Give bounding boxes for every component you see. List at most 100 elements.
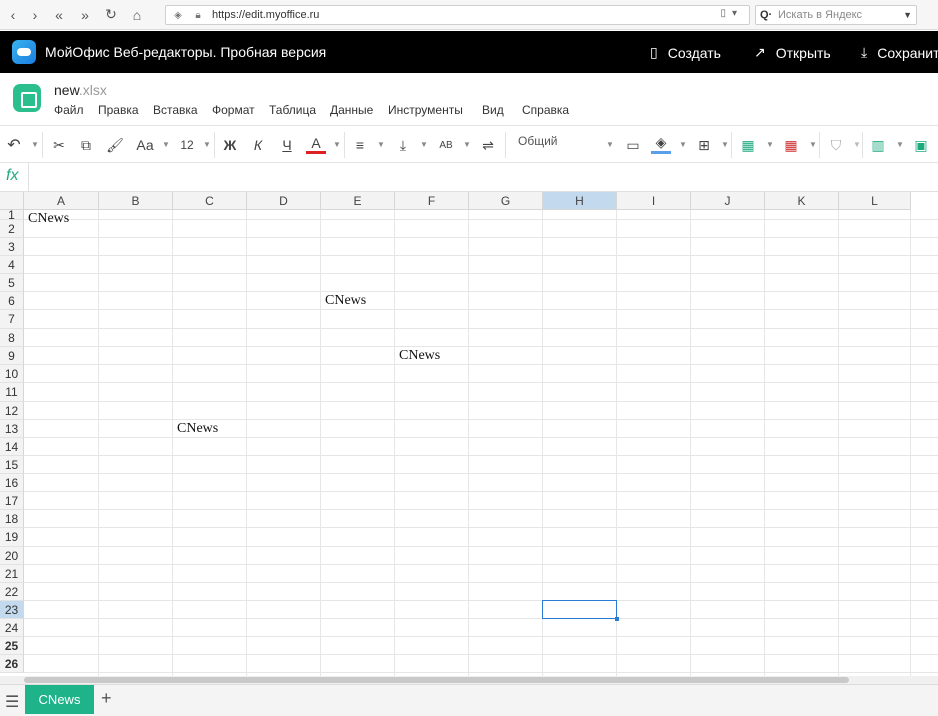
menu-insert[interactable]: Вставка [153, 103, 198, 117]
cell-F9[interactable]: CNews [399, 348, 440, 364]
number-format-select[interactable]: Общий [518, 134, 558, 148]
column-header-C[interactable]: C [173, 192, 247, 210]
row-header-24[interactable]: 24 [0, 619, 24, 637]
menu-tools[interactable]: Инструменты [388, 103, 463, 117]
conditional-format-icon[interactable]: ▭ [622, 134, 644, 156]
row-header-1[interactable]: 1 [0, 209, 24, 221]
insert-row-dropdown-icon[interactable]: ▼ [766, 140, 774, 149]
search-box[interactable]: Q· Искать в Яндекс ▼ [755, 5, 917, 25]
save-button[interactable]: ⤓ Сохранит [861, 44, 938, 61]
chart-icon[interactable]: ▥ [868, 134, 888, 156]
insert-row-icon[interactable]: ▦ [738, 134, 758, 156]
forward-icon[interactable]: › [22, 0, 48, 30]
row-header-15[interactable]: 15 [0, 456, 24, 474]
fill-color-icon[interactable]: ◈ [651, 134, 671, 154]
scrollbar-thumb[interactable] [24, 677, 849, 683]
row-header-8[interactable]: 8 [0, 329, 24, 347]
search-dropdown-icon[interactable]: ▼ [903, 10, 912, 20]
row-header-25[interactable]: 25 [0, 637, 24, 655]
font-color-button[interactable]: А [306, 134, 326, 154]
spreadsheet-grid[interactable]: A B C D E F G H I J K L 1 2 3 4 5 6 7 8 9 10 11 12 13 14 15 16 17 18 1… [0, 192, 938, 676]
row-header-18[interactable]: 18 [0, 510, 24, 528]
row-header-21[interactable]: 21 [0, 565, 24, 583]
delete-row-icon[interactable]: ▦ [781, 134, 801, 156]
row-header-11[interactable]: 11 [0, 383, 24, 402]
row-header-17[interactable]: 17 [0, 492, 24, 510]
create-button[interactable]: ▯ Создать [650, 44, 721, 61]
row-header-5[interactable]: 5 [0, 274, 24, 292]
menu-table[interactable]: Таблица [269, 103, 316, 117]
filter-icon[interactable]: ⛉ [826, 134, 846, 156]
add-sheet-icon[interactable]: + [101, 688, 112, 709]
column-header-F[interactable]: F [395, 192, 469, 210]
row-header-9[interactable]: 9 [0, 347, 24, 365]
horizontal-scrollbar[interactable] [0, 676, 938, 684]
bookmark-icon[interactable]: ▯▾ [720, 8, 743, 19]
font-family-dropdown-icon[interactable]: ▼ [162, 140, 170, 149]
cell-C13[interactable]: CNews [177, 421, 218, 437]
row-header-22[interactable]: 22 [0, 583, 24, 601]
reload-icon[interactable]: ↻ [98, 0, 124, 30]
cut-icon[interactable]: ✂ [49, 134, 69, 156]
column-header-D[interactable]: D [247, 192, 321, 210]
menu-view[interactable]: Вид [482, 103, 504, 117]
column-header-B[interactable]: B [99, 192, 173, 210]
address-bar[interactable]: ◈ 🔒︎ https://edit.myoffice.ru ▯▾ [165, 5, 750, 25]
row-header-20[interactable]: 20 [0, 547, 24, 565]
filter-dropdown-icon[interactable]: ▼ [853, 140, 861, 149]
row-header-16[interactable]: 16 [0, 474, 24, 492]
row-header-10[interactable]: 10 [0, 365, 24, 383]
cell-E6[interactable]: CNews [325, 293, 366, 309]
font-family-icon[interactable]: Аа [134, 134, 156, 156]
row-header-19[interactable]: 19 [0, 528, 24, 547]
menu-format[interactable]: Формат [212, 103, 255, 117]
column-header-G[interactable]: G [469, 192, 543, 210]
align-left-icon[interactable]: ≡ [350, 134, 370, 156]
column-header-A[interactable]: A [24, 192, 99, 210]
row-header-4[interactable]: 4 [0, 256, 24, 274]
bold-button[interactable]: Ж [220, 134, 240, 156]
menu-data[interactable]: Данные [330, 103, 373, 117]
borders-icon[interactable]: ⊞ [694, 134, 714, 156]
cell-A1[interactable]: CNews [28, 211, 69, 227]
formula-input[interactable] [30, 163, 935, 191]
row-header-2[interactable]: 2 [0, 220, 24, 238]
history-back-icon[interactable]: « [46, 0, 72, 30]
column-header-I[interactable]: I [617, 192, 691, 210]
column-header-E[interactable]: E [321, 192, 395, 210]
column-header-K[interactable]: K [765, 192, 839, 210]
copy-icon[interactable]: ⧉ [76, 134, 96, 156]
column-header-H[interactable]: H [543, 192, 617, 210]
image-icon[interactable]: ▣ [911, 134, 931, 156]
borders-dropdown-icon[interactable]: ▼ [721, 140, 729, 149]
font-size-dropdown-icon[interactable]: ▼ [203, 140, 211, 149]
open-button[interactable]: ↗ Открыть [754, 44, 831, 61]
row-header-7[interactable]: 7 [0, 310, 24, 329]
font-color-dropdown-icon[interactable]: ▼ [333, 140, 341, 149]
delete-row-dropdown-icon[interactable]: ▼ [809, 140, 817, 149]
sheet-tab-active[interactable]: CNews [25, 685, 94, 714]
function-icon[interactable]: fx [6, 167, 18, 185]
menu-file[interactable]: Файл [54, 103, 84, 117]
undo-dropdown-icon[interactable]: ▼ [31, 140, 39, 149]
row-header-6[interactable]: 6 [0, 292, 24, 310]
wrap-text-icon[interactable]: ⇌ [478, 134, 498, 156]
row-header-12[interactable]: 12 [0, 402, 24, 420]
column-header-L[interactable]: L [839, 192, 911, 210]
underline-button[interactable]: Ч [277, 134, 297, 156]
column-header-J[interactable]: J [691, 192, 765, 210]
sheets-menu-icon[interactable]: ☰ [5, 692, 19, 712]
italic-button[interactable]: К [248, 134, 268, 156]
vertical-align-bottom-icon[interactable]: ⤓ [393, 134, 413, 156]
home-icon[interactable]: ⌂ [124, 0, 150, 30]
text-direction-dropdown-icon[interactable]: ▼ [463, 140, 471, 149]
fill-handle[interactable] [615, 617, 619, 621]
row-header-14[interactable]: 14 [0, 438, 24, 456]
text-direction-icon[interactable]: АВ [434, 134, 458, 156]
align-dropdown-icon[interactable]: ▼ [377, 140, 385, 149]
row-header-23[interactable]: 23 [0, 601, 24, 619]
document-name[interactable]: new.xlsx [54, 82, 107, 98]
undo-icon[interactable]: ↶ [4, 134, 24, 156]
fill-color-dropdown-icon[interactable]: ▼ [679, 140, 687, 149]
font-size-value[interactable]: 12 [177, 134, 197, 156]
